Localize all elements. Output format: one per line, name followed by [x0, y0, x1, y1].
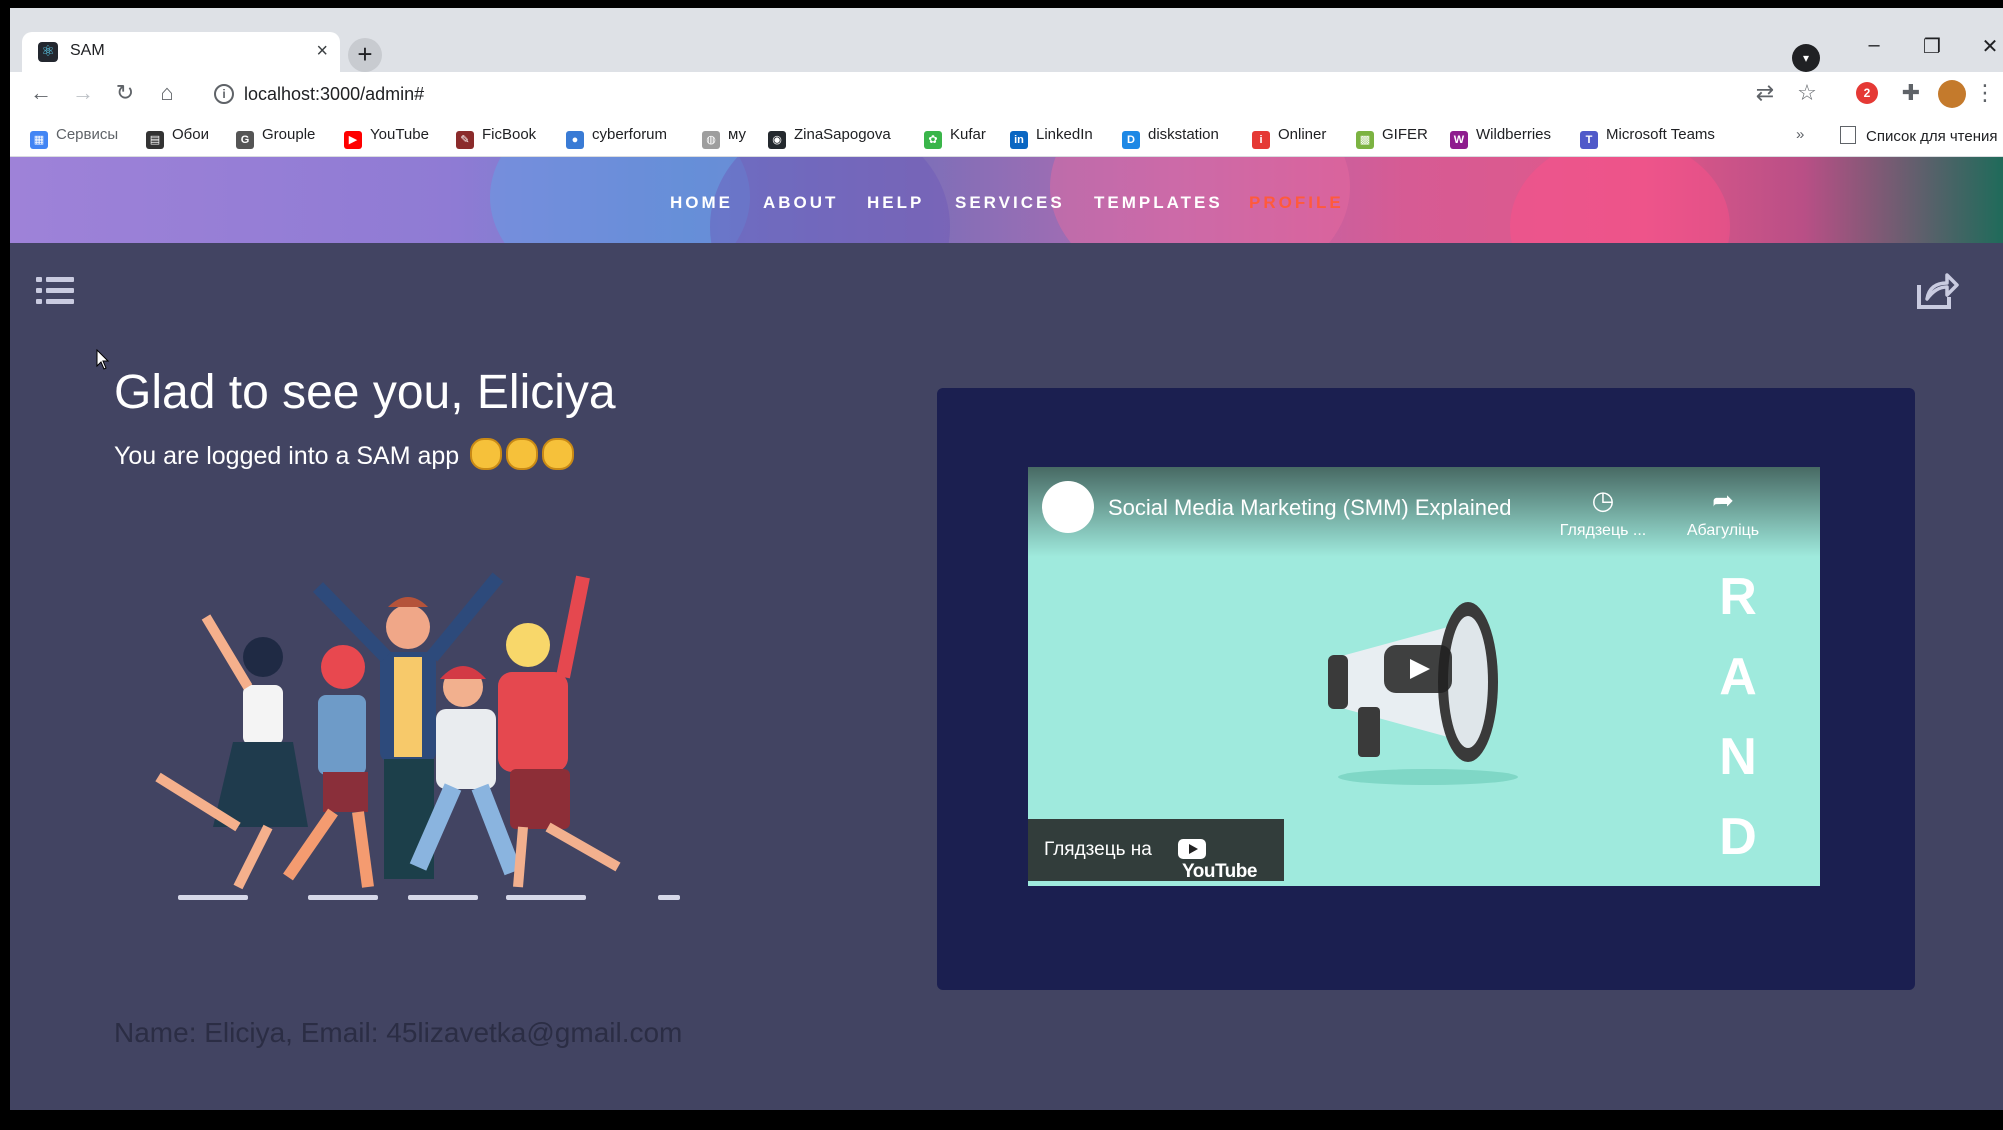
back-icon[interactable]: ←	[26, 80, 56, 106]
bookmarks-overflow-icon[interactable]: »	[1796, 126, 1804, 143]
clock-icon: ◷	[1591, 485, 1615, 515]
page-title: Glad to see you, Eliciya	[114, 366, 616, 419]
diskstation-icon: D	[1122, 131, 1140, 149]
login-subtitle: You are logged into a SAM app	[114, 438, 575, 471]
tab-title: SAM	[70, 42, 105, 59]
cyberforum-icon: ●	[566, 131, 584, 149]
nav-profile[interactable]: PROFILE	[1249, 193, 1344, 213]
bookmark-item[interactable]: T Microsoft Teams	[1580, 126, 1715, 149]
github-icon: ◉	[768, 131, 786, 149]
watch-on-youtube-button[interactable]: Глядзець на YouTube	[1028, 819, 1284, 883]
tab-strip: ⚛ SAM × + ▾ – ❐ ✕	[10, 8, 2003, 72]
channel-logo[interactable]	[1042, 481, 1094, 533]
grouple-icon: G	[236, 131, 254, 149]
nav-templates[interactable]: TEMPLATES	[1094, 193, 1223, 213]
ficbook-icon: ✎	[456, 131, 474, 149]
reading-list-icon	[1840, 126, 1856, 144]
nav-about[interactable]: ABOUT	[763, 193, 838, 213]
browser-toolbar: ← → ↻ ⌂ i localhost:3000/admin# ⇄ ☆ 2 ✚ …	[10, 72, 2003, 116]
list-menu-icon[interactable]	[36, 275, 74, 307]
reload-icon[interactable]: ↻	[110, 80, 140, 106]
brand-overlay: R A N D	[1719, 568, 1757, 866]
user-info: Name: Eliciya, Email: 45lizavetka@gmail.…	[114, 1017, 683, 1048]
extensions-puzzle-icon[interactable]: ✚	[1896, 80, 1926, 106]
bookmark-item[interactable]: G Grouple	[236, 126, 315, 149]
clap-icon	[506, 438, 539, 470]
bookmark-item[interactable]: ◍ му	[702, 126, 746, 149]
page-content: HOME ABOUT HELP SERVICES TEMPLATES PROFI…	[10, 157, 2003, 1110]
clap-icon	[470, 438, 503, 470]
youtube-embed[interactable]: Social Media Marketing (SMM) Explained ◷…	[1028, 467, 1820, 886]
share-arrow-icon: ➦	[1712, 485, 1734, 515]
wildberries-icon: W	[1450, 131, 1468, 149]
bookmark-item[interactable]: W Wildberries	[1450, 126, 1551, 149]
watch-later-button[interactable]: ◷ Глядзець ...	[1548, 485, 1658, 540]
bookmark-item[interactable]: ● cyberforum	[566, 126, 667, 149]
browser-tab[interactable]: ⚛ SAM ×	[22, 32, 340, 72]
bookmark-item[interactable]: ◉ ZinaSapogova	[768, 126, 891, 149]
bookmark-item[interactable]: Ddiskstation	[1122, 126, 1219, 149]
address-bar[interactable]: i localhost:3000/admin#	[196, 78, 1696, 110]
bookmark-item[interactable]: ✎ FicBook	[456, 126, 536, 149]
nav-help[interactable]: HELP	[867, 193, 924, 213]
celebrating-people-illustration	[155, 572, 680, 900]
hero-banner: HOME ABOUT HELP SERVICES TEMPLATES PROFI…	[10, 157, 2003, 243]
bookmark-item[interactable]: ▤ Обои	[146, 126, 209, 149]
youtube-icon: ▶	[344, 131, 362, 149]
minimize-icon[interactable]: –	[1854, 34, 1894, 57]
browser-window: ⚛ SAM × + ▾ – ❐ ✕ ← → ↻ ⌂ i localhost:30…	[10, 8, 2003, 1110]
close-tab-icon[interactable]: ×	[316, 40, 328, 63]
translate-icon[interactable]: ⇄	[1750, 80, 1780, 106]
home-icon[interactable]: ⌂	[152, 80, 182, 106]
bookmarks-bar: ▦ Сервисы ▤ Обои G Grouple ▶ YouTube ✎ FicBoo…	[10, 116, 2003, 157]
main-nav: HOME ABOUT HELP SERVICES TEMPLATES PROFI…	[10, 157, 2003, 243]
react-icon: ⚛	[38, 42, 58, 62]
window-close-icon[interactable]: ✕	[1970, 34, 2003, 59]
oboi-icon: ▤	[146, 131, 164, 149]
bookmark-item[interactable]: ▦ Сервисы	[30, 126, 118, 149]
url-text: localhost:3000/admin#	[244, 84, 425, 104]
bookmark-star-icon[interactable]: ☆	[1792, 80, 1822, 106]
nav-services[interactable]: SERVICES	[955, 193, 1065, 213]
browser-menu-icon[interactable]: ⋮	[1970, 80, 2000, 106]
gifer-icon: ▩	[1356, 131, 1374, 149]
video-title[interactable]: Social Media Marketing (SMM) Explained	[1108, 495, 1512, 521]
site-info-icon[interactable]: i	[214, 84, 234, 104]
clap-icon	[542, 438, 575, 470]
onliner-icon: i	[1252, 131, 1270, 149]
video-card: Social Media Marketing (SMM) Explained ◷…	[937, 388, 1915, 990]
bookmark-item[interactable]: ▩ GIFER	[1356, 126, 1428, 149]
globe-icon: ◍	[702, 131, 720, 149]
video-share-button[interactable]: ➦ Абагуліць	[1668, 485, 1778, 540]
youtube-logo: YouTube	[1178, 839, 1284, 883]
bookmark-item[interactable]: ▶ YouTube	[344, 126, 429, 149]
kufar-icon: ✿	[924, 131, 942, 149]
avatar[interactable]	[1938, 80, 1966, 108]
forward-icon[interactable]: →	[68, 80, 98, 106]
tab-search-icon[interactable]: ▾	[1792, 44, 1820, 72]
restore-icon[interactable]: ❐	[1912, 34, 1952, 59]
apps-grid-icon: ▦	[30, 131, 48, 149]
mouse-cursor-icon	[96, 349, 110, 370]
bookmark-item[interactable]: in LinkedIn	[1010, 126, 1093, 149]
play-button[interactable]	[1384, 645, 1452, 693]
new-tab-button[interactable]: +	[348, 38, 382, 72]
linkedin-icon: in	[1010, 131, 1028, 149]
extension-badge[interactable]: 2	[1856, 82, 1878, 104]
teams-icon: T	[1580, 131, 1598, 149]
nav-home[interactable]: HOME	[670, 193, 733, 213]
reading-list[interactable]: Список для чтения	[1840, 126, 1998, 145]
bookmark-item[interactable]: ✿ Kufar	[924, 126, 986, 149]
logout-share-icon[interactable]	[1915, 271, 1959, 311]
youtube-play-icon	[1178, 839, 1206, 859]
bookmark-item[interactable]: i Onliner	[1252, 126, 1326, 149]
